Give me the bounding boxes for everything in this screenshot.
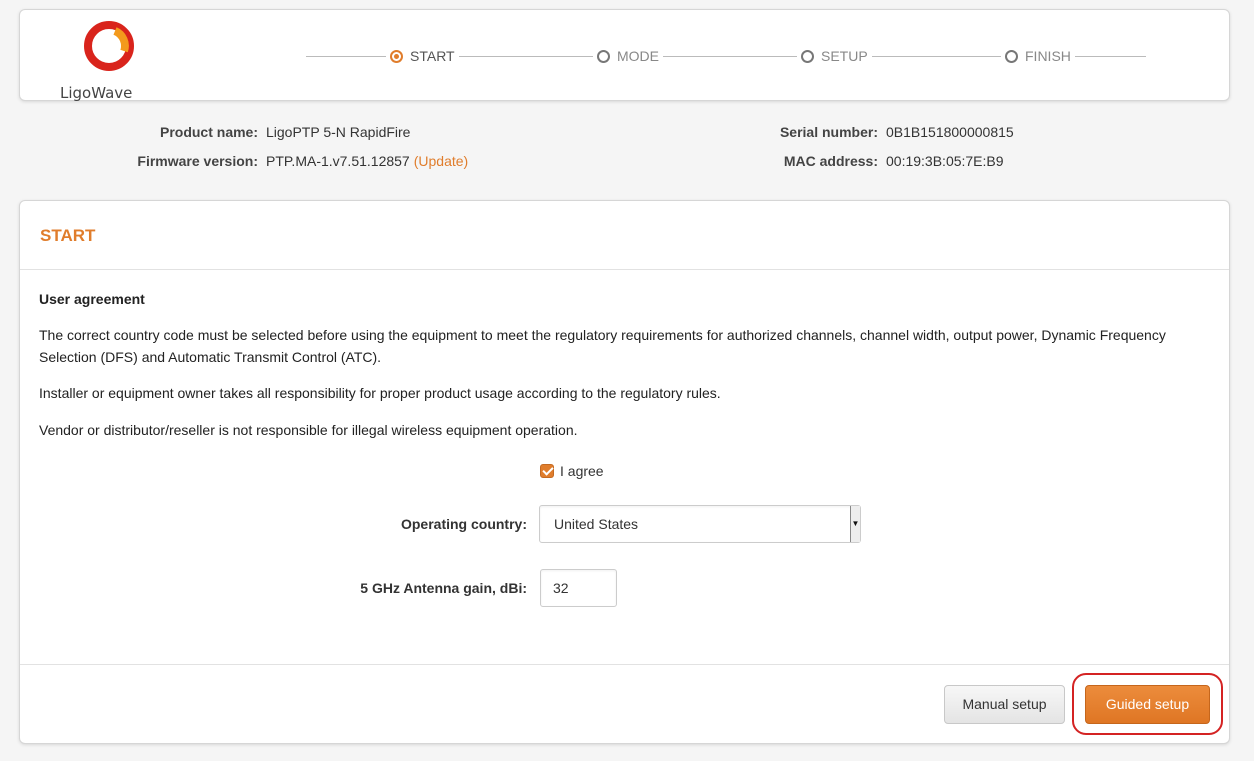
country-select-value: United States	[554, 516, 639, 532]
wizard-header: LigoWave START MODE SETUP FINISH	[19, 9, 1230, 102]
brand-name: LigoWave	[60, 84, 133, 102]
title-divider	[20, 269, 1229, 270]
step-mode-label: MODE	[617, 48, 659, 64]
mac-row: MAC address: 00:19:3B:05:7E:B9	[760, 153, 1004, 169]
country-select[interactable]: United States ▼	[539, 505, 861, 543]
step-finish-radio-icon	[1005, 49, 1018, 63]
product-name-label: Product name:	[159, 124, 258, 140]
step-mode-radio-icon	[597, 49, 610, 63]
step-start: START	[386, 46, 459, 66]
agree-label: I agree	[560, 463, 604, 479]
firmware-update-link[interactable]: (Update)	[414, 153, 468, 169]
step-setup-label: SETUP	[821, 48, 868, 64]
agree-checkbox[interactable]	[540, 464, 554, 478]
antenna-gain-label: 5 GHz Antenna gain, dBi:	[360, 580, 527, 596]
step-setup: SETUP	[797, 46, 872, 66]
firmware-value: PTP.MA-1.v7.51.12857	[266, 153, 410, 169]
serial-row: Serial number: 0B1B151800000815	[760, 124, 1014, 140]
step-start-radio-icon	[390, 49, 403, 63]
agreement-paragraph-1: The correct country code must be selecte…	[39, 327, 1166, 365]
product-name-row: Product name: LigoPTP 5-N RapidFire	[120, 124, 411, 140]
step-finish-label: FINISH	[1025, 48, 1071, 64]
mac-label: MAC address:	[783, 153, 878, 169]
firmware-row: Firmware version: PTP.MA-1.v7.51.12857 (Up…	[120, 153, 468, 169]
ligowave-logo-icon	[84, 21, 134, 71]
card-title: START	[40, 226, 96, 245]
footer-divider	[20, 664, 1229, 665]
start-card: START User agreement The correct country…	[19, 200, 1230, 744]
chevron-down-icon[interactable]: ▼	[850, 506, 860, 542]
product-name-value: LigoPTP 5-N RapidFire	[266, 124, 411, 140]
antenna-gain-input[interactable]: 32	[540, 569, 617, 607]
serial-value: 0B1B151800000815	[886, 124, 1014, 140]
agree-row[interactable]: I agree	[540, 463, 604, 479]
step-mode: MODE	[593, 46, 663, 66]
agreement-paragraph-3: Vendor or distributor/reseller is not re…	[39, 422, 578, 438]
country-label: Operating country:	[400, 516, 527, 532]
manual-setup-button[interactable]: Manual setup	[944, 685, 1065, 724]
serial-label: Serial number:	[779, 124, 878, 140]
step-setup-radio-icon	[801, 49, 814, 63]
mac-value: 00:19:3B:05:7E:B9	[886, 153, 1004, 169]
wizard-steps: START MODE SETUP FINISH	[306, 46, 1146, 66]
firmware-label: Firmware version:	[137, 153, 258, 169]
step-start-label: START	[410, 48, 455, 64]
step-finish: FINISH	[1001, 46, 1075, 66]
agreement-paragraph-2: Installer or equipment owner takes all r…	[39, 385, 721, 401]
ligowave-logo: LigoWave	[60, 21, 170, 102]
agreement-title: User agreement	[39, 291, 145, 307]
annotation-highlight-ring	[1072, 673, 1223, 735]
